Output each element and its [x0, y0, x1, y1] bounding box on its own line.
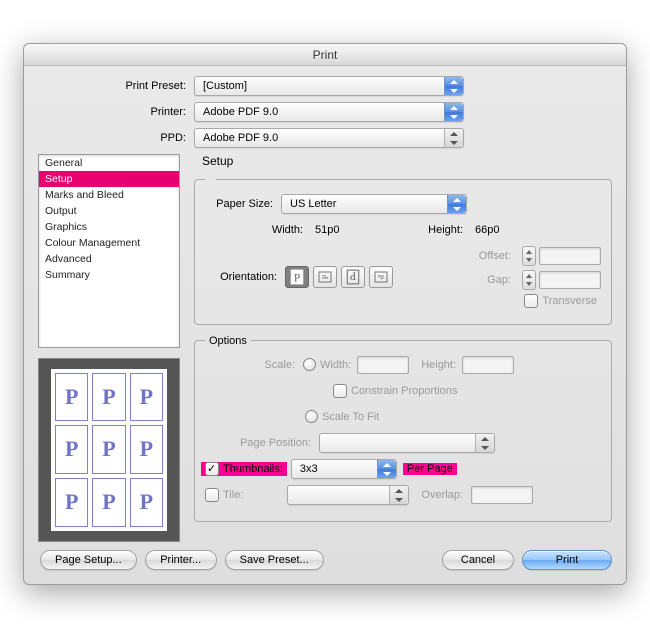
orientation-landscape-icon[interactable]: P [313, 266, 337, 288]
preview-thumb: P [55, 478, 88, 527]
gap-stepper[interactable] [522, 270, 536, 290]
tile-select[interactable] [287, 485, 409, 505]
offset-stepper[interactable] [522, 246, 536, 266]
print-preset-value: [Custom] [203, 80, 247, 92]
scale-width-label: Width: [320, 359, 351, 371]
constrain-checkbox[interactable] [333, 384, 347, 398]
preview-thumb: P [130, 425, 163, 474]
per-page-label: Per Page [403, 463, 457, 475]
preview-thumb: P [55, 425, 88, 474]
transverse-checkbox[interactable] [524, 294, 538, 308]
sidebar-item-setup[interactable]: Setup [39, 171, 179, 187]
thumbnails-select[interactable]: 3x3 [291, 459, 397, 479]
scale-width-radio[interactable] [303, 358, 316, 371]
page-position-select[interactable] [319, 433, 495, 453]
window-title: Print [24, 44, 626, 66]
svg-text:P: P [350, 269, 356, 281]
orientation-portrait-icon[interactable]: P [285, 266, 309, 288]
sidebar-item-marks-and-bleed[interactable]: Marks and Bleed [39, 187, 179, 203]
tile-label: Tile: [223, 489, 287, 501]
preview-thumb: P [55, 373, 88, 422]
page-setup-button[interactable]: Page Setup... [40, 550, 137, 570]
thumbnails-checkbox[interactable] [205, 462, 219, 476]
preview-pane: PPPPPPPPP [38, 358, 180, 542]
sidebar-item-colour-management[interactable]: Colour Management [39, 235, 179, 251]
printer-select[interactable]: Adobe PDF 9.0 [194, 102, 464, 122]
ppd-label: PPD: [38, 132, 194, 144]
gap-label: Gap: [471, 274, 519, 286]
sidebar-item-advanced[interactable]: Advanced [39, 251, 179, 267]
paper-width-label: Width: [205, 224, 311, 236]
orientation-rev-portrait-icon[interactable]: P [341, 266, 365, 288]
scale-height-label: Height: [421, 359, 456, 371]
sidebar-item-general[interactable]: General [39, 155, 179, 171]
orientation-label: Orientation: [205, 271, 285, 283]
sidebar-item-output[interactable]: Output [39, 203, 179, 219]
offset-input[interactable] [539, 247, 601, 265]
constrain-label: Constrain Proportions [351, 385, 457, 397]
printer-button[interactable]: Printer... [145, 550, 217, 570]
sidebar-item-summary[interactable]: Summary [39, 267, 179, 283]
save-preset-button[interactable]: Save Preset... [225, 550, 324, 570]
gap-input[interactable] [539, 271, 601, 289]
preview-thumb: P [92, 478, 125, 527]
scale-label: Scale: [205, 359, 303, 371]
transverse-label: Transverse [542, 295, 597, 307]
paper-height-label: Height: [411, 224, 471, 236]
paper-height-value: 66p0 [471, 224, 503, 236]
paper-width-value: 51p0 [311, 224, 411, 236]
print-preset-label: Print Preset: [38, 80, 194, 92]
options-legend: Options [205, 335, 251, 347]
thumbnails-value: 3x3 [300, 463, 318, 475]
printer-value: Adobe PDF 9.0 [203, 106, 278, 118]
preview-thumb: P [130, 478, 163, 527]
scale-width-input[interactable] [357, 356, 409, 374]
paper-size-label: Paper Size: [205, 198, 281, 210]
orientation-buttons: P P P P [285, 266, 393, 288]
svg-text:P: P [321, 274, 330, 279]
overlap-input[interactable] [471, 486, 533, 504]
preview-thumb: P [92, 373, 125, 422]
preview-thumb: P [92, 425, 125, 474]
category-list[interactable]: GeneralSetupMarks and BleedOutputGraphic… [38, 154, 180, 348]
cancel-button[interactable]: Cancel [442, 550, 514, 570]
overlap-label: Overlap: [409, 489, 471, 501]
legend-spacer [205, 174, 216, 186]
orientation-rev-landscape-icon[interactable]: P [369, 266, 393, 288]
ppd-select[interactable]: Adobe PDF 9.0 [194, 128, 464, 148]
offset-label: Offset: [471, 250, 519, 262]
preview-thumb: P [130, 373, 163, 422]
print-dialog: Print Print Preset: [Custom] Printer: Ad… [23, 43, 627, 585]
print-button[interactable]: Print [522, 550, 612, 570]
panel-title: Setup [202, 154, 612, 168]
tile-checkbox[interactable] [205, 488, 219, 502]
preview-sheet: PPPPPPPPP [51, 369, 167, 531]
scale-height-input[interactable] [462, 356, 514, 374]
scale-fit-radio[interactable] [305, 410, 318, 423]
scale-fit-label: Scale To Fit [322, 411, 379, 423]
page-position-label: Page Position: [205, 437, 319, 449]
ppd-value: Adobe PDF 9.0 [203, 132, 278, 144]
svg-text:P: P [294, 272, 300, 284]
svg-text:P: P [376, 274, 385, 279]
printer-label: Printer: [38, 106, 194, 118]
paper-size-group: Paper Size: US Letter Width: 51p0 Height… [194, 174, 612, 325]
paper-size-select[interactable]: US Letter [281, 194, 467, 214]
sidebar-item-graphics[interactable]: Graphics [39, 219, 179, 235]
print-preset-select[interactable]: [Custom] [194, 76, 464, 96]
options-group: Options Scale: Width: Height: Constrain … [194, 335, 612, 522]
paper-size-value: US Letter [290, 198, 336, 210]
thumbnails-label: Thumbnails: [223, 463, 283, 475]
